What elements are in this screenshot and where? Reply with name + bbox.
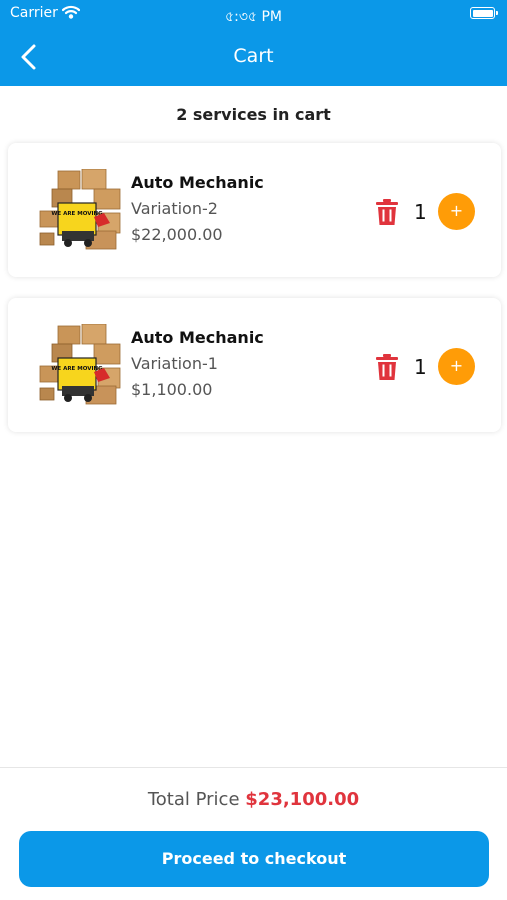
total-price: Total Price $23,100.00 bbox=[0, 789, 507, 810]
trash-icon[interactable] bbox=[375, 353, 399, 381]
increment-button[interactable]: + bbox=[438, 193, 475, 230]
increment-button[interactable]: + bbox=[438, 348, 475, 385]
service-image: WE ARE MOVING bbox=[38, 168, 122, 251]
cart-summary: 2 services in cart bbox=[176, 105, 331, 124]
quantity-value: 1 bbox=[414, 200, 427, 224]
cart-item: WE ARE MOVING Auto Mechanic Variation-2 … bbox=[8, 143, 501, 277]
quantity-value: 1 bbox=[414, 355, 427, 379]
service-price: $1,100.00 bbox=[131, 380, 213, 399]
image-sign-text: WE ARE MOVING bbox=[51, 366, 103, 372]
service-name: Auto Mechanic bbox=[131, 173, 264, 192]
service-image: WE ARE MOVING bbox=[38, 323, 122, 406]
status-time: ৫:৩৫ PM bbox=[225, 9, 282, 25]
total-price-label: Total Price bbox=[147, 789, 246, 810]
total-price-amount: $23,100.00 bbox=[245, 789, 360, 810]
battery-icon bbox=[470, 7, 498, 19]
cart-item: WE ARE MOVING Auto Mechanic Variation-1 … bbox=[8, 298, 501, 432]
service-variation: Variation-1 bbox=[131, 354, 218, 373]
status-bar: Carrier ৫:৩৫ PM bbox=[0, 0, 507, 28]
service-name: Auto Mechanic bbox=[131, 328, 264, 347]
checkout-button[interactable]: Proceed to checkout bbox=[19, 831, 489, 887]
footer-divider bbox=[0, 767, 507, 768]
trash-icon[interactable] bbox=[375, 198, 399, 226]
service-price: $22,000.00 bbox=[131, 225, 223, 244]
image-sign-text: WE ARE MOVING bbox=[51, 211, 103, 217]
nav-bar: Cart bbox=[0, 28, 507, 86]
service-variation: Variation-2 bbox=[131, 199, 218, 218]
page-title: Cart bbox=[233, 45, 274, 67]
